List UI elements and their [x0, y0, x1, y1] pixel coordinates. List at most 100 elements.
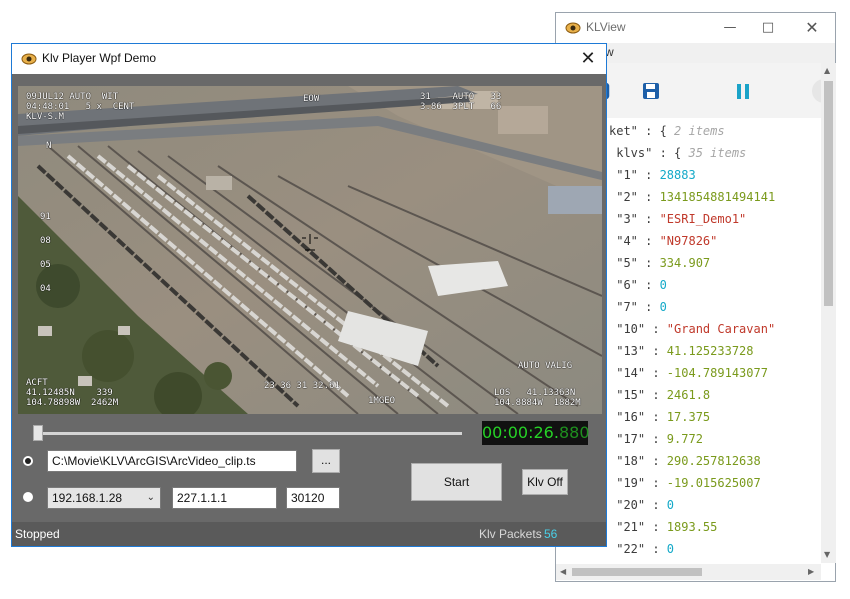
seek-bar[interactable] — [36, 432, 462, 435]
vertical-scroll-thumb[interactable] — [824, 81, 833, 306]
json-row[interactable]: "20" : 0 — [609, 498, 674, 512]
overlay-bottom-right: AUTO VALIG — [518, 361, 573, 371]
json-value: 9.772 — [666, 432, 703, 446]
close-icon[interactable]: ✕ — [576, 47, 600, 71]
minimize-icon[interactable]: — — [718, 17, 742, 39]
overlay-scale-2: 08 — [40, 236, 51, 246]
overlay-scale-1: 91 — [40, 212, 51, 222]
json-value: 41.125233728 — [666, 344, 754, 358]
json-value: 35 items — [688, 146, 747, 160]
file-path-input[interactable]: C:\Movie\KLV\ArcGIS\ArcVideo_clip.ts — [47, 450, 297, 472]
player-window: Klv Player Wpf Demo ✕ 09JUL12 AUTO WIT 0… — [11, 43, 607, 547]
json-value: 0 — [659, 278, 667, 292]
json-row[interactable]: "2" : 1341854881494141 — [609, 190, 775, 204]
browse-button[interactable]: ... — [312, 449, 340, 473]
json-row[interactable]: "1" : 28883 — [609, 168, 696, 182]
json-value: 290.257812638 — [666, 454, 761, 468]
horizontal-scroll-thumb[interactable] — [572, 568, 702, 576]
scroll-down-icon[interactable]: ▼ — [824, 550, 830, 559]
vertical-scrollbar[interactable]: ▲ ▼ — [821, 63, 836, 563]
json-key: "17" : — [609, 432, 667, 446]
file-source-radio[interactable] — [23, 456, 33, 466]
json-row[interactable]: "22" : 0 — [609, 542, 674, 556]
ip-address-select[interactable]: 192.168.1.28 ⌄ — [47, 487, 161, 509]
json-row[interactable]: "17" : 9.772 — [609, 432, 703, 446]
json-key: "14" : — [609, 366, 667, 380]
scroll-left-icon[interactable]: ◀ — [560, 567, 566, 576]
json-value: 28883 — [659, 168, 696, 182]
json-row[interactable]: ket" : { 2 items — [609, 124, 725, 138]
network-source-radio[interactable] — [23, 492, 33, 502]
json-row[interactable]: "19" : -19.015625007 — [609, 476, 761, 490]
json-value: 2461.8 — [666, 388, 711, 402]
packets-label: Klv Packets — [479, 527, 542, 541]
json-value: -104.789143077 — [666, 366, 768, 380]
video-frame[interactable]: 09JUL12 AUTO WIT 04:48:01 5 x CENT KLV-S… — [18, 86, 602, 414]
json-key: "13" : — [609, 344, 667, 358]
json-row[interactable]: "15" : 2461.8 — [609, 388, 710, 402]
ip-address-value: 192.168.1.28 — [52, 491, 123, 505]
chevron-down-icon: ⌄ — [146, 492, 155, 503]
scroll-up-icon[interactable]: ▲ — [824, 66, 830, 75]
json-value: 0 — [659, 300, 667, 314]
json-row[interactable]: "6" : 0 — [609, 278, 667, 292]
json-value: 1341854881494141 — [659, 190, 776, 204]
json-key: "4" : — [609, 234, 660, 248]
aerial-rail-yard-image — [18, 86, 602, 414]
multicast-address-input[interactable]: 227.1.1.1 — [172, 487, 277, 509]
json-row[interactable]: "3" : "ESRI_Demo1" — [609, 212, 746, 226]
pause-icon[interactable] — [737, 84, 750, 99]
json-key: "20" : — [609, 498, 667, 512]
json-value: "N97826" — [659, 234, 718, 248]
json-value: 334.907 — [659, 256, 711, 270]
json-key: "5" : — [609, 256, 660, 270]
json-row[interactable]: "4" : "N97826" — [609, 234, 717, 248]
overlay-scale-4: 04 — [40, 284, 51, 294]
json-value: 2 items — [674, 124, 725, 138]
json-key: klvs" : { — [609, 146, 689, 160]
json-key: ket" : { — [609, 124, 675, 138]
port-input[interactable]: 30120 — [286, 487, 340, 509]
json-row[interactable]: "7" : 0 — [609, 300, 667, 314]
json-row[interactable]: "10" : "Grand Caravan" — [609, 322, 775, 336]
json-key: "1" : — [609, 168, 660, 182]
json-row[interactable]: "14" : -104.789143077 — [609, 366, 768, 380]
json-key: "7" : — [609, 300, 660, 314]
json-value: 1893.55 — [666, 520, 718, 534]
klview-title: KLView — [586, 20, 626, 34]
json-row[interactable]: "5" : 334.907 — [609, 256, 710, 270]
json-value: "ESRI_Demo1" — [659, 212, 747, 226]
klv-toggle-button[interactable]: Klv Off — [522, 469, 568, 495]
json-row[interactable]: "13" : 41.125233728 — [609, 344, 754, 358]
timecode-ms: 880 — [558, 423, 590, 442]
json-row[interactable]: "21" : 1893.55 — [609, 520, 717, 534]
eye-logo-icon — [21, 53, 37, 65]
start-button[interactable]: Start — [411, 463, 502, 501]
close-icon[interactable]: ✕ — [800, 17, 824, 39]
radio-selected-dot — [25, 458, 31, 464]
overlay-bottom-right-3: 104.8884W 1882M — [494, 398, 581, 408]
klview-titlebar: KLView — □ ✕ — [556, 13, 835, 43]
player-titlebar: Klv Player Wpf Demo ✕ — [12, 44, 606, 74]
json-row[interactable]: "18" : 290.257812638 — [609, 454, 761, 468]
save-icon[interactable] — [642, 82, 660, 100]
overlay-bottom-mid-2: 1MGEO — [368, 396, 396, 406]
maximize-icon[interactable]: □ — [756, 17, 780, 39]
timecode-main: 00:00:26. — [482, 423, 559, 442]
status-bar: Stopped Klv Packets 56 — [12, 522, 606, 546]
overlay-top-left: 09JUL12 AUTO WIT — [26, 92, 119, 102]
json-row[interactable]: "16" : 17.375 — [609, 410, 710, 424]
json-row[interactable]: klvs" : { 35 items — [609, 146, 746, 160]
overlay-top-left-2: 04:48:01 5 x CENT — [26, 102, 135, 112]
overlay-top-mid: EOW — [303, 94, 320, 104]
horizontal-scrollbar[interactable]: ◀ ▶ — [556, 564, 821, 580]
overlay-bottom-left: ACFT — [26, 378, 48, 388]
json-value: "Grand Caravan" — [666, 322, 776, 336]
eye-logo-icon — [565, 22, 581, 34]
packets-count: 56 — [544, 527, 558, 541]
overlay-compass: N — [46, 141, 52, 151]
seek-thumb[interactable] — [33, 425, 43, 441]
overlay-bottom-right-2: LOS 41.13363N — [494, 388, 576, 398]
scroll-right-icon[interactable]: ▶ — [808, 567, 814, 576]
json-key: "3" : — [609, 212, 660, 226]
